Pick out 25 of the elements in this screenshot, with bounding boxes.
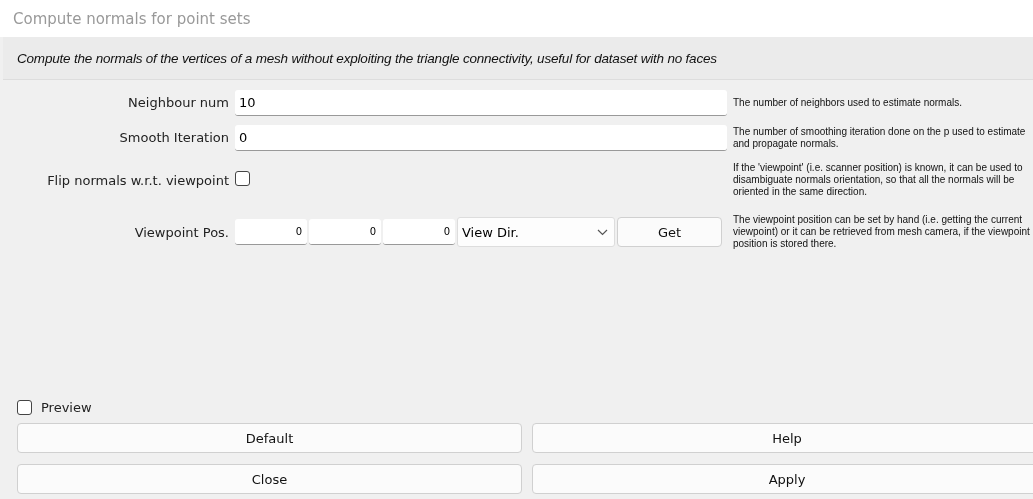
parameter-label: Smooth Iteration	[118, 130, 229, 145]
preview-label: Preview	[41, 399, 92, 415]
description: Compute the normals of the vertices of a mesh without exploiting the triangle connectivity, useful for dataset with no faces	[3, 37, 1033, 80]
parameter-label: Neighbour num	[127, 95, 229, 110]
help-text: If the 'viewpoint' (i.e. scanner position) is known, it can be used to disambiguate normals orientation, so that all the normals will be oriented in the same direction.	[733, 162, 1024, 198]
input-field[interactable]: 0	[235, 124, 727, 151]
help-text: The viewpoint position can be set by hand (i.e. getting the current viewpoint) or it can be retrieved from mesh camera, if the viewpoint position is stored there.	[733, 214, 1031, 250]
help-text: The number of smoothing iteration done on the p used to estimate and propagate normals.	[733, 125, 1027, 150]
dialog-button[interactable]: Apply	[532, 464, 1033, 494]
window-title: Compute normals for point sets	[13, 9, 251, 28]
input-field[interactable]: 10	[235, 89, 727, 116]
coordinate-field[interactable]: 0	[383, 219, 455, 245]
dialog-button[interactable]: Default	[17, 423, 522, 453]
parameter-label: Flip normals w.r.t. viewpoint	[46, 172, 229, 188]
parameter-label: Viewpoint Pos.	[133, 224, 229, 240]
chevron-icon	[597, 228, 608, 236]
coordinate-field[interactable]: 0	[309, 219, 381, 245]
preview-checkbox[interactable]	[17, 399, 32, 415]
get-button[interactable]: Get	[617, 217, 722, 247]
view-dropdown[interactable]: View Dir.	[457, 217, 615, 247]
coordinate-field[interactable]: 0	[235, 219, 307, 245]
checkbox[interactable]	[235, 170, 250, 186]
dialog-button[interactable]: Close	[17, 464, 522, 494]
dialog-button[interactable]: Help	[532, 423, 1033, 453]
help-text: The number of neighbors used to estimate normals.	[733, 96, 963, 109]
